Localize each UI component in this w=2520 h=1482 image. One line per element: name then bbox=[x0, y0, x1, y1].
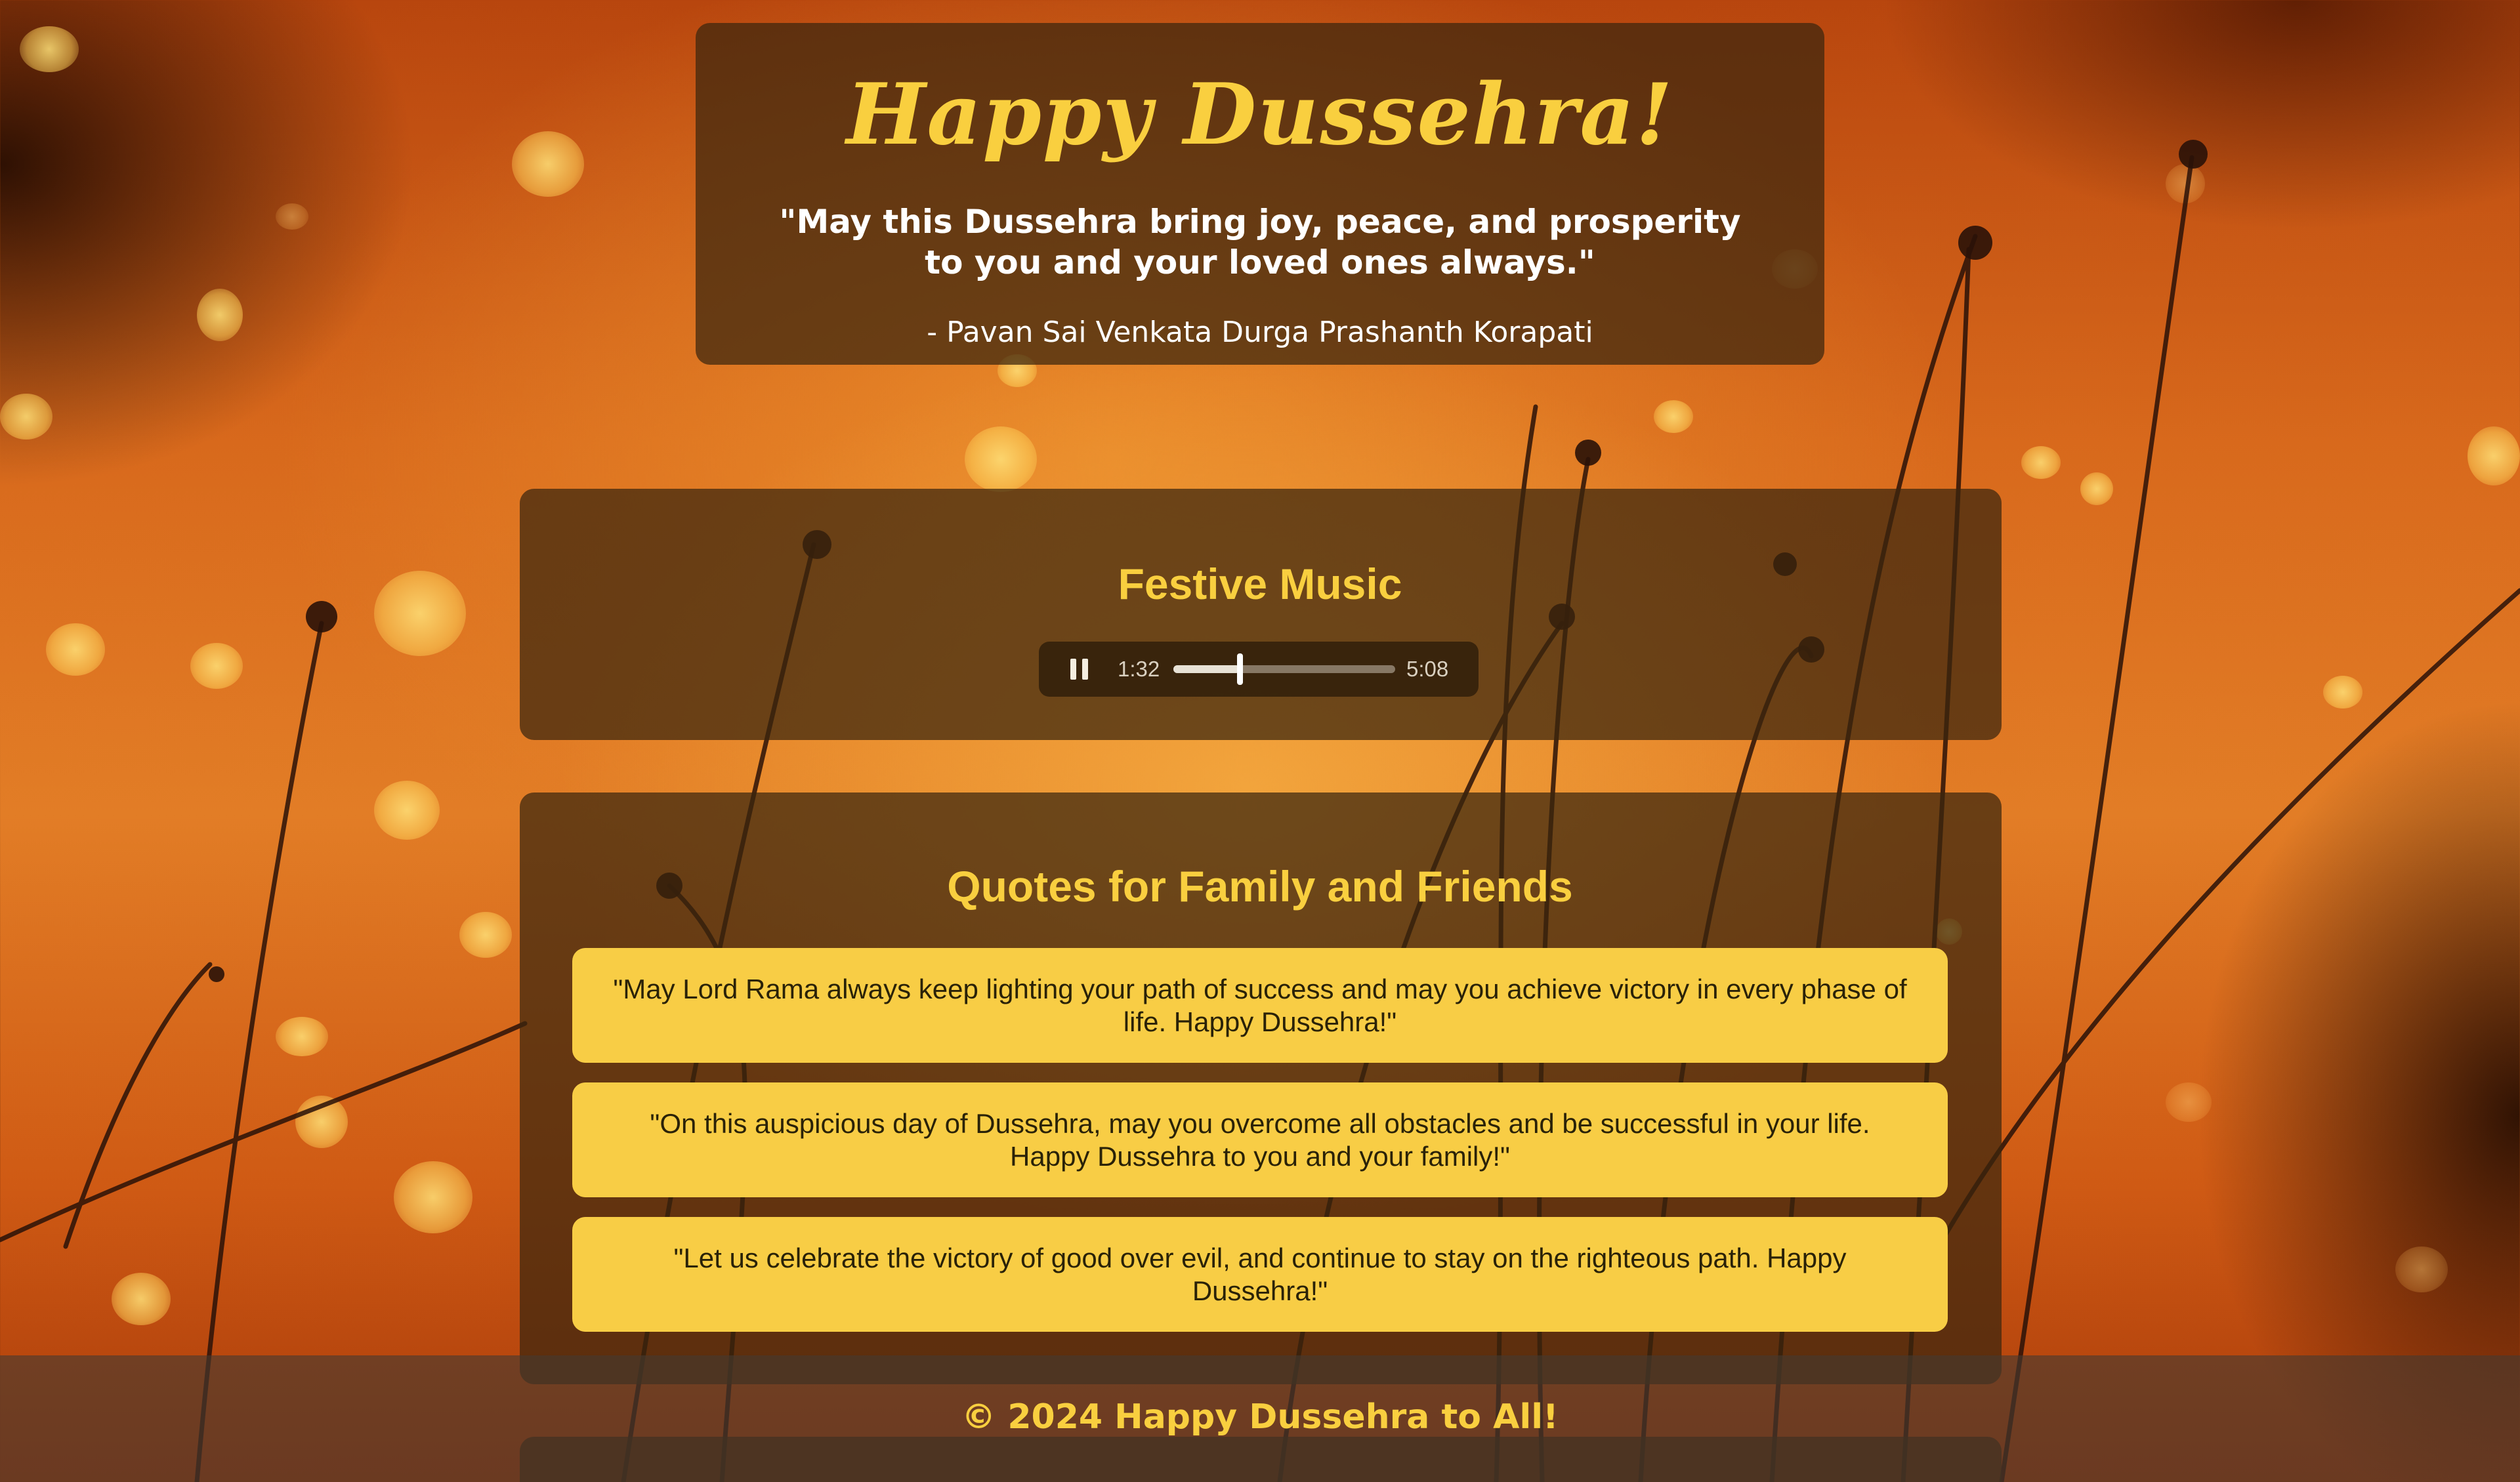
total-time: 5:08 bbox=[1406, 657, 1449, 681]
bokeh-light bbox=[965, 426, 1037, 492]
bokeh-light bbox=[197, 289, 243, 341]
bokeh-light bbox=[2166, 1082, 2212, 1122]
quote-card: "Let us celebrate the victory of good ov… bbox=[572, 1217, 1948, 1332]
quote-card: "May Lord Rama always keep lighting your… bbox=[572, 948, 1948, 1063]
music-section bbox=[520, 489, 2002, 740]
bokeh-light bbox=[2323, 676, 2362, 709]
bokeh-light bbox=[2395, 1246, 2448, 1292]
bokeh-light bbox=[1654, 400, 1693, 433]
bokeh-light bbox=[276, 1017, 328, 1056]
header-quote: "May this Dussehra bring joy, peace, and… bbox=[779, 203, 1741, 281]
bokeh-light bbox=[374, 781, 440, 840]
bokeh-light bbox=[512, 131, 584, 197]
bokeh-light bbox=[2021, 446, 2061, 479]
bokeh-light bbox=[295, 1096, 348, 1148]
bokeh-light bbox=[2468, 426, 2520, 485]
footer-text: © 2024 Happy Dussehra to All! bbox=[961, 1397, 1559, 1437]
music-section-title: Festive Music bbox=[1118, 560, 1402, 608]
bokeh-light bbox=[459, 912, 512, 958]
bokeh-light bbox=[190, 643, 243, 689]
pause-button[interactable] bbox=[1066, 656, 1093, 682]
bokeh-light bbox=[112, 1273, 171, 1325]
bokeh-light bbox=[2166, 164, 2205, 203]
seek-thumb[interactable] bbox=[1237, 653, 1244, 685]
seek-slider[interactable] bbox=[1173, 653, 1395, 685]
header-author: - Pavan Sai Venkata Durga Prashanth Kora… bbox=[927, 316, 1593, 349]
bokeh-light bbox=[276, 203, 308, 230]
seek-progress bbox=[1173, 665, 1240, 673]
current-time: 1:32 bbox=[1118, 657, 1160, 681]
bokeh-light bbox=[2080, 472, 2113, 505]
bokeh-light bbox=[46, 623, 105, 676]
bokeh-light bbox=[20, 26, 79, 72]
bokeh-light bbox=[0, 394, 52, 440]
bokeh-light bbox=[394, 1161, 472, 1233]
quote-card: "On this auspicious day of Dussehra, may… bbox=[572, 1082, 1948, 1197]
header-panel: Happy Dussehra! "May this Dussehra bring… bbox=[696, 23, 1824, 365]
quotes-section-title: Quotes for Family and Friends bbox=[947, 862, 1573, 911]
page-title: Happy Dussehra! bbox=[846, 66, 1674, 164]
audio-player[interactable]: 1:32 5:08 bbox=[1039, 642, 1479, 697]
